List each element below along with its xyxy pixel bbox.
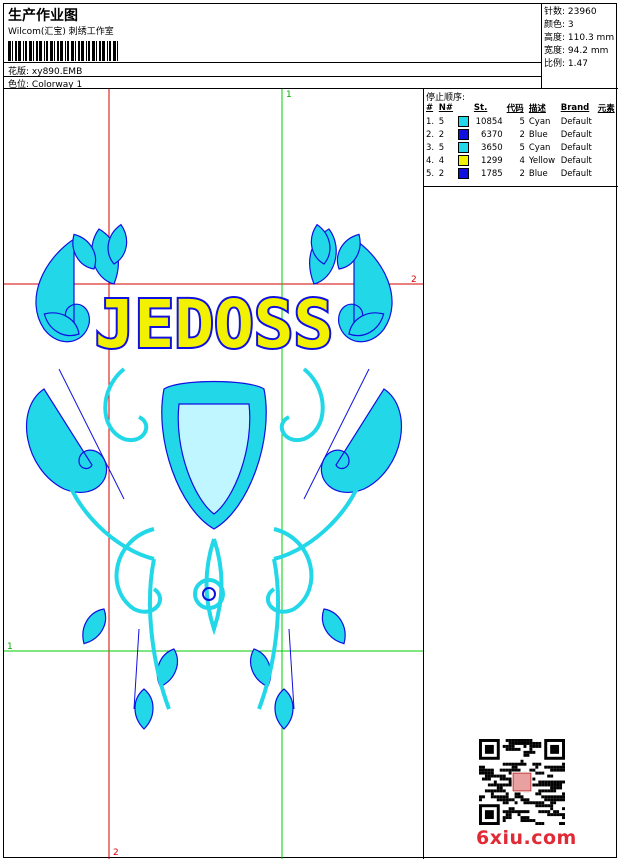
table-row: 5. 2 1785 2 Blue Default [424, 167, 618, 180]
stop-sequence-table: # N# St. 代码 描述 Brand 元素 1. 5 10854 5 Cyan Def… [424, 101, 618, 180]
cell-stitches: 1299 [481, 155, 503, 166]
cell-brand: Default [560, 168, 592, 179]
cell-element [596, 141, 618, 154]
cell-element [596, 115, 618, 128]
cell-stitches: 3650 [481, 142, 503, 153]
cell-code: 2 [519, 129, 525, 140]
col-stitches: St. [473, 103, 488, 113]
header-panel: 生产作业图 Wilcom(汇宝) 刺绣工作室 花版: xy890.EMB 色位:… [4, 4, 542, 90]
stats-panel: 针数: 23960 颜色: 3 高度: 110.3 mm 宽度: 94.2 mm… [542, 4, 618, 89]
barcode [8, 41, 118, 61]
cell-description: Blue [528, 129, 548, 140]
cell-index: 2. [426, 129, 435, 140]
embroidery-design: JEDOSS 1 2 1 2 [4, 89, 423, 859]
stat-colors: 颜色: 3 [544, 20, 574, 30]
cell-needle: 2 [438, 129, 445, 140]
design-lettering: JEDOSS [95, 286, 333, 363]
col-code: 代码 [506, 104, 524, 114]
divider [424, 186, 618, 187]
production-worksheet: 生产作业图 Wilcom(汇宝) 刺绣工作室 花版: xy890.EMB 色位:… [3, 3, 618, 859]
cell-brand: Default [560, 142, 592, 153]
col-swatch [456, 101, 472, 115]
cell-index: 5. [426, 168, 435, 179]
cell-code: 5 [519, 116, 525, 127]
cell-stitches: 10854 [475, 116, 503, 127]
stop-sequence-panel: 停止顺序: # N# St. 代码 描述 Brand 元素 1. 5 10854 5 C… [424, 89, 618, 859]
watermark-logo: 6xiu.com [476, 827, 577, 849]
design-preview-canvas: JEDOSS 1 2 1 2 [4, 89, 424, 859]
cell-index: 4. [426, 155, 435, 166]
stat-stitches: 针数: 23960 [544, 7, 597, 17]
cell-description: Yellow [528, 155, 556, 166]
cell-stitches: 1785 [481, 168, 503, 179]
company-name: Wilcom(汇宝) 刺绣工作室 [8, 27, 114, 37]
cell-needle: 5 [438, 142, 445, 153]
stat-scale: 比例: 1.47 [544, 59, 588, 69]
col-needle: N# [438, 103, 454, 113]
cell-swatch [456, 167, 472, 180]
table-row: 4. 4 1299 4 Yellow Default [424, 154, 618, 167]
table-row: 2. 2 6370 2 Blue Default [424, 128, 618, 141]
col-index: # [426, 103, 434, 113]
divider [4, 76, 542, 77]
cell-element [596, 128, 618, 141]
cell-description: Cyan [528, 142, 551, 153]
cell-stitches: 6370 [481, 129, 503, 140]
table-row: 3. 5 3650 5 Cyan Default [424, 141, 618, 154]
cell-swatch [456, 128, 472, 141]
divider [4, 62, 542, 63]
cell-swatch [456, 154, 472, 167]
guide-marker-left: 1 [7, 642, 13, 652]
cell-code: 5 [519, 142, 525, 153]
cell-needle: 5 [438, 116, 445, 127]
page-title: 生产作业图 [8, 8, 78, 24]
stat-width: 宽度: 94.2 mm [544, 46, 609, 56]
cell-swatch [456, 141, 472, 154]
cell-index: 1. [426, 116, 435, 127]
cell-code: 2 [519, 168, 525, 179]
stat-height: 高度: 110.3 mm [544, 33, 615, 43]
col-element: 元素 [597, 104, 615, 114]
guide-marker-bottom: 2 [113, 848, 119, 858]
cell-brand: Default [560, 116, 592, 127]
cell-swatch [456, 115, 472, 128]
cell-description: Cyan [528, 116, 551, 127]
cell-brand: Default [560, 129, 592, 140]
col-brand: Brand [560, 103, 590, 113]
cell-description: Blue [528, 168, 548, 179]
table-row: 1. 5 10854 5 Cyan Default [424, 115, 618, 128]
color-swatch [458, 142, 470, 153]
color-swatch [458, 155, 470, 166]
cell-element [596, 154, 618, 167]
cell-needle: 4 [438, 155, 445, 166]
table-header-row: # N# St. 代码 描述 Brand 元素 [424, 101, 618, 115]
col-description: 描述 [528, 104, 546, 114]
color-swatch [458, 116, 470, 127]
guide-marker-right: 2 [411, 275, 417, 285]
qr-code [479, 739, 565, 825]
cell-needle: 2 [438, 168, 445, 179]
color-swatch [458, 129, 470, 140]
cell-element [596, 167, 618, 180]
guide-marker-top: 1 [286, 90, 292, 100]
cell-index: 3. [426, 142, 435, 153]
color-swatch [458, 168, 470, 179]
cell-brand: Default [560, 155, 592, 166]
cell-code: 4 [519, 155, 525, 166]
